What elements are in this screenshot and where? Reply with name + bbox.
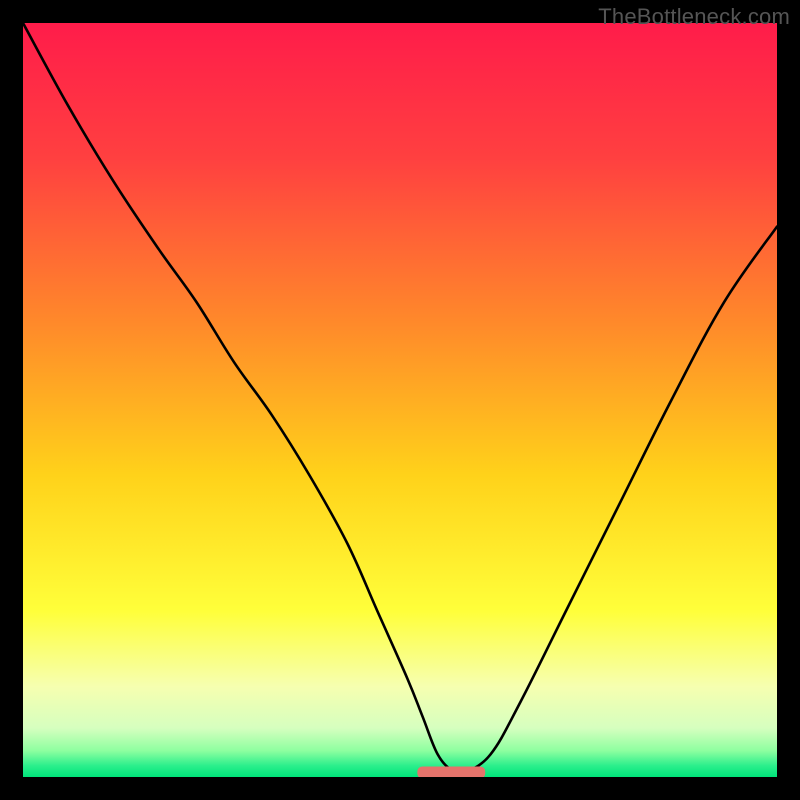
plot-svg [23, 23, 777, 777]
optimal-zone-marker [417, 766, 485, 777]
chart-frame: TheBottleneck.com [0, 0, 800, 800]
watermark-text: TheBottleneck.com [598, 4, 790, 30]
plot-area [23, 23, 777, 777]
